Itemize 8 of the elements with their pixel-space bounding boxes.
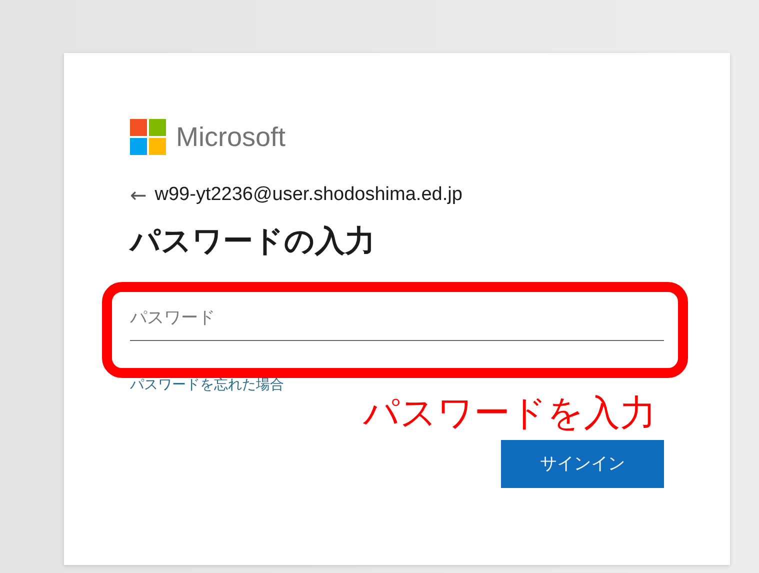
back-arrow[interactable]: ← [130,183,147,207]
sign-in-button[interactable]: サインイン [501,440,664,488]
annotation-text: パスワードを入力 [363,394,656,434]
page-heading: パスワードの入力 [130,223,376,261]
logo-text: Microsoft [176,122,286,152]
account-email: w99-yt2236@user.shodoshima.ed.jp [154,184,462,206]
forgot-password-link[interactable]: パスワードを忘れた場合 [130,376,284,394]
logo-icon [130,119,166,155]
